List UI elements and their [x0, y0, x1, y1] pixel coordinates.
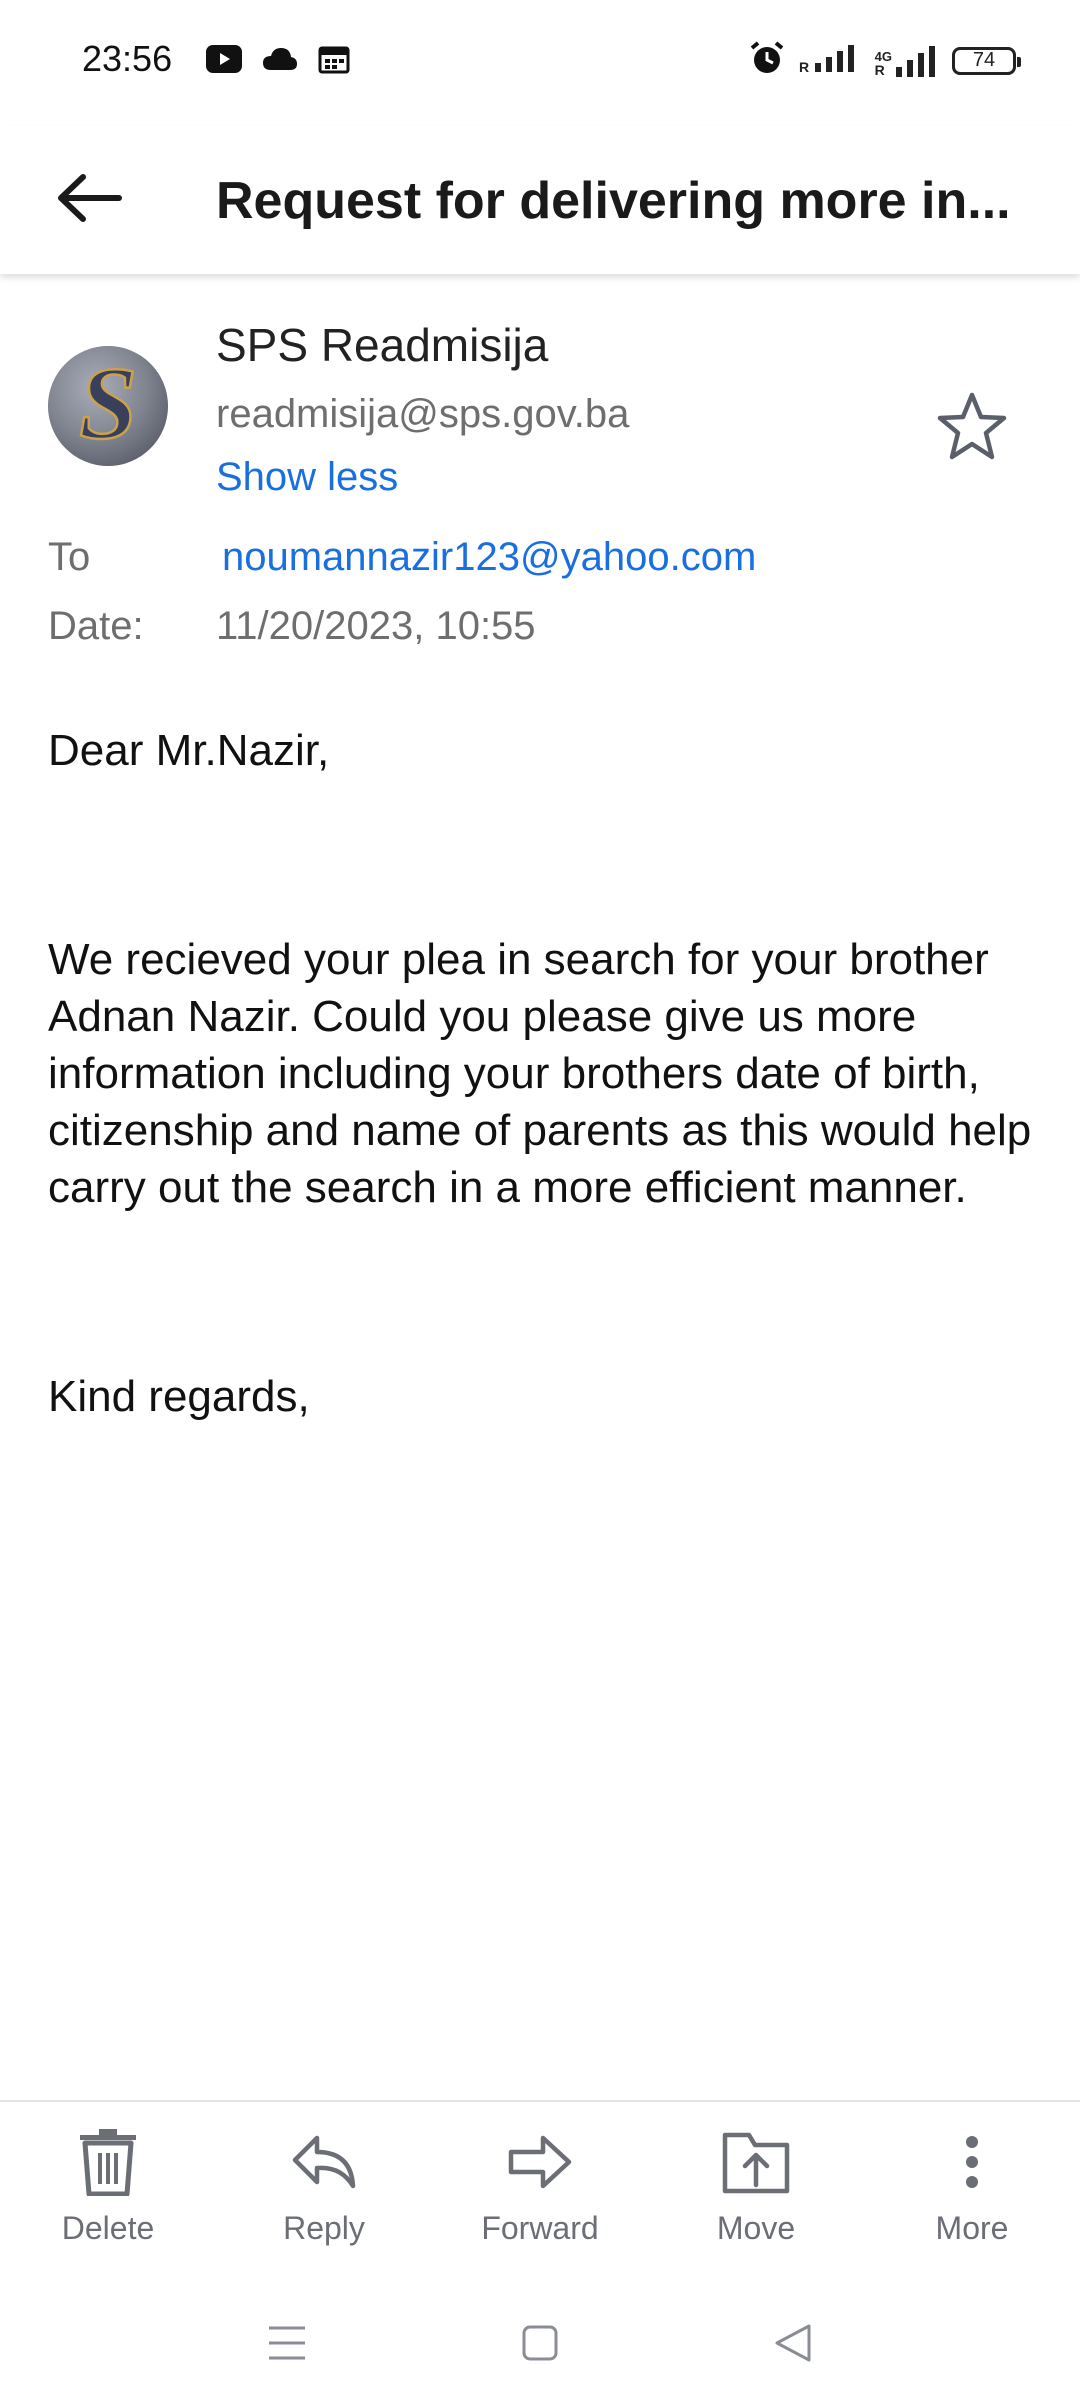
to-address[interactable]: noumannazir123@yahoo.com [222, 535, 756, 580]
cloud-icon [262, 46, 298, 77]
email-paragraph: We recieved your plea in search for your… [48, 935, 1032, 1212]
forward-icon [502, 2124, 578, 2200]
delete-button[interactable]: Delete [0, 2102, 216, 2292]
action-bar: Delete Reply Forward Move More [0, 2100, 1080, 2292]
delete-label: Delete [61, 2210, 155, 2246]
to-row: To noumannazir123@yahoo.com [48, 535, 1048, 585]
arrow-left-icon [57, 173, 123, 228]
signal-icon: R [799, 43, 861, 78]
status-right-icons: R 4G R 74 [749, 40, 1021, 81]
forward-label: Forward [481, 2210, 599, 2246]
roaming-label: R [874, 61, 885, 78]
more-vertical-icon [934, 2124, 1010, 2200]
svg-text:R: R [799, 59, 809, 73]
status-left-icons [206, 44, 350, 79]
alarm-icon [749, 40, 785, 81]
sender-email: readmisija@sps.gov.ba [216, 392, 630, 436]
reply-label: Reply [283, 2210, 365, 2246]
menu-lines-icon [267, 2324, 307, 2367]
move-label: Move [716, 2210, 796, 2246]
move-button[interactable]: Move [648, 2102, 864, 2292]
status-time: 23:56 [82, 38, 173, 79]
battery-level: 74 [972, 49, 996, 71]
status-bar: 23:56 R 4G R 74 [0, 0, 1080, 126]
reply-button[interactable]: Reply [216, 2102, 432, 2292]
calendar-icon [318, 44, 350, 79]
email-body: Dear Mr.Nazir, We recieved your plea in … [48, 722, 1044, 1425]
app-header: Request for delivering more in... [0, 126, 1080, 274]
email-subject: Request for delivering more in... [216, 172, 1011, 230]
battery-icon: 74 [952, 46, 1021, 75]
star-icon [936, 391, 1008, 466]
forward-button[interactable]: Forward [432, 2102, 648, 2292]
back-button[interactable] [52, 166, 128, 234]
square-icon [521, 2324, 559, 2367]
avatar-letter: S [79, 346, 137, 461]
back-nav-button[interactable] [758, 2310, 828, 2380]
date-value: 11/20/2023, 10:55 [216, 604, 536, 648]
date-label: Date: [48, 604, 144, 648]
youtube-icon [206, 45, 242, 78]
show-less-link[interactable]: Show less [216, 455, 398, 500]
triangle-back-icon [773, 2322, 813, 2369]
date-row: Date: 11/20/2023, 10:55 [48, 604, 1048, 654]
network-type-label: 4G [874, 48, 892, 64]
sender-name: SPS Readmisija [216, 319, 549, 371]
star-button[interactable] [932, 388, 1012, 468]
move-folder-icon [718, 2124, 794, 2200]
more-label: More [935, 2210, 1009, 2246]
to-label: To [48, 535, 91, 579]
recents-button[interactable] [252, 2310, 322, 2380]
reply-icon [286, 2124, 362, 2200]
email-closing: Kind regards, [48, 1372, 310, 1421]
home-button[interactable] [505, 2310, 575, 2380]
email-greeting: Dear Mr.Nazir, [48, 726, 330, 775]
avatar[interactable]: S [48, 346, 168, 466]
more-button[interactable]: More [864, 2102, 1080, 2292]
signal-4g-icon: 4G R [875, 45, 938, 77]
trash-icon [70, 2124, 146, 2200]
system-nav-bar [0, 2290, 1080, 2400]
